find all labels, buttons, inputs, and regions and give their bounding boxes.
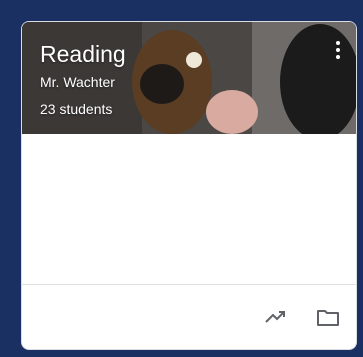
more-vert-dot <box>336 48 340 52</box>
class-card-body <box>22 134 356 286</box>
class-card-header[interactable]: Reading Mr. Wachter 23 students <box>22 22 356 134</box>
more-vert-icon <box>336 41 340 45</box>
more-vert-dot <box>336 55 340 59</box>
trending-button[interactable] <box>262 303 290 331</box>
folder-icon <box>317 310 339 326</box>
class-card-footer <box>22 284 356 349</box>
student-count: 23 students <box>40 101 113 117</box>
teacher-name: Mr. Wachter <box>40 74 115 90</box>
class-card[interactable]: Reading Mr. Wachter 23 students <box>21 21 357 350</box>
trending-up-icon <box>265 311 285 323</box>
class-title-link[interactable]: Reading <box>40 40 126 68</box>
more-options-button[interactable] <box>326 36 350 64</box>
open-folder-button[interactable] <box>314 303 342 331</box>
